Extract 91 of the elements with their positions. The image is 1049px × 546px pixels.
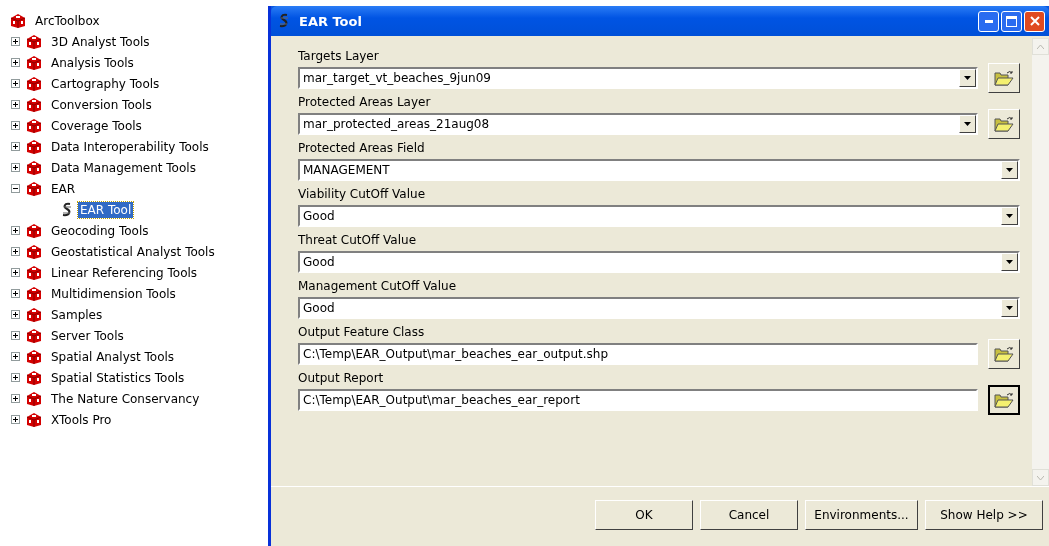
script-icon [277,13,291,29]
parameter-label: Targets Layer [298,48,380,64]
expand-icon[interactable] [11,310,20,319]
expand-icon[interactable] [11,163,20,172]
open-folder-icon [994,69,1014,87]
tree-item[interactable]: Cartography Tools [49,75,162,92]
toolbox-icon [24,222,44,239]
tree-item[interactable]: 3D Analyst Tools [49,33,152,50]
tree-item[interactable]: Samples [49,306,105,323]
browse-button[interactable] [988,385,1020,415]
toolbox-icon [24,159,44,176]
toolbox-icon [24,33,44,50]
window-title: EAR Tool [299,13,363,29]
expand-icon[interactable] [11,226,20,235]
toolbox-icon [24,285,44,302]
toolbox-icon [24,243,44,260]
tree-item[interactable]: Data Management Tools [49,159,198,176]
expand-icon[interactable] [11,331,20,340]
toolbox-icon [24,96,44,113]
open-folder-icon [994,391,1014,409]
toolbox-icon [24,117,44,134]
parameter-label: Viability CutOff Value [298,186,427,202]
expand-icon[interactable] [11,121,20,130]
tree-item[interactable]: The Nature Conservancy [49,390,202,407]
toolbox-icon [24,180,44,197]
toolbox-icon [24,327,44,344]
toolbox-icon [24,411,44,428]
tree-item[interactable]: Linear Referencing Tools [49,264,200,281]
dropdown-field[interactable]: Good [298,251,1020,273]
tree-item[interactable]: Multidimension Tools [49,285,178,302]
parameter-label: Threat CutOff Value [298,232,418,248]
minimize-button[interactable] [978,10,999,32]
expand-icon[interactable] [11,79,20,88]
toolbox-icon [24,264,44,281]
tree-item[interactable]: Analysis Tools [49,54,136,71]
expand-icon[interactable] [11,58,20,67]
expand-icon[interactable] [11,373,20,382]
toolbox-icon [24,138,44,155]
collapse-icon[interactable] [11,184,20,193]
parameter-label: Output Feature Class [298,324,426,340]
dropdown-field[interactable]: Good [298,297,1020,319]
dropdown-field[interactable]: mar_target_vt_beaches_9jun09 [298,67,978,89]
tree-item[interactable]: Geocoding Tools [49,222,151,239]
toolbox-icon [24,75,44,92]
dropdown-field[interactable]: Good [298,205,1020,227]
text-field[interactable]: C:\Temp\EAR_Output\mar_beaches_ear_output.shp [298,343,978,365]
toolbox-icon [24,390,44,407]
dialog-button[interactable]: OK [595,500,693,530]
close-icon [1029,16,1040,26]
expand-icon[interactable] [11,100,20,109]
open-folder-icon [994,345,1014,363]
tree-item[interactable]: EAR [49,180,78,197]
tree-item[interactable]: Server Tools [49,327,126,344]
expand-icon[interactable] [11,289,20,298]
tree-item[interactable]: Conversion Tools [49,96,154,113]
expand-icon[interactable] [11,247,20,256]
toolbox-icon [24,306,44,323]
minimize-icon [984,19,993,23]
tree-item[interactable]: Geostatistical Analyst Tools [49,243,217,260]
close-button[interactable] [1024,10,1045,32]
open-folder-icon [994,115,1014,133]
maximize-button[interactable] [1001,10,1022,32]
maximize-icon [1006,15,1017,27]
tree-item[interactable]: Data Interoperability Tools [49,138,211,155]
toolbox-icon [24,348,44,365]
expand-icon[interactable] [11,37,20,46]
dropdown-field[interactable]: MANAGEMENT [298,159,1020,181]
tree-item[interactable]: XTools Pro [49,411,114,428]
expand-icon[interactable] [11,415,20,424]
toolbox-icon [8,12,28,29]
tree-item[interactable]: Spatial Statistics Tools [49,369,187,386]
parameter-label: Management CutOff Value [298,278,458,294]
tree-item[interactable]: ArcToolbox [33,12,102,29]
parameter-label: Protected Areas Layer [298,94,432,110]
expand-icon[interactable] [11,142,20,151]
dialog-button[interactable]: Cancel [700,500,798,530]
parameter-label: Protected Areas Field [298,140,426,156]
expand-icon[interactable] [11,352,20,361]
toolbox-icon [24,369,44,386]
tree-item[interactable]: EAR Tool [78,201,134,218]
text-field[interactable]: C:\Temp\EAR_Output\mar_beaches_ear_report [298,389,978,411]
expand-icon[interactable] [11,394,20,403]
expand-icon[interactable] [11,268,20,277]
parameter-label: Output Report [298,370,385,386]
dropdown-field[interactable]: mar_protected_areas_21aug08 [298,113,978,135]
dialog-button[interactable]: Environments... [805,500,918,530]
dialog-button[interactable]: Show Help >> [925,500,1043,530]
tree-item[interactable]: Spatial Analyst Tools [49,348,177,365]
script-icon [60,201,74,218]
tree-item[interactable]: Coverage Tools [49,117,144,134]
toolbox-icon [24,54,44,71]
